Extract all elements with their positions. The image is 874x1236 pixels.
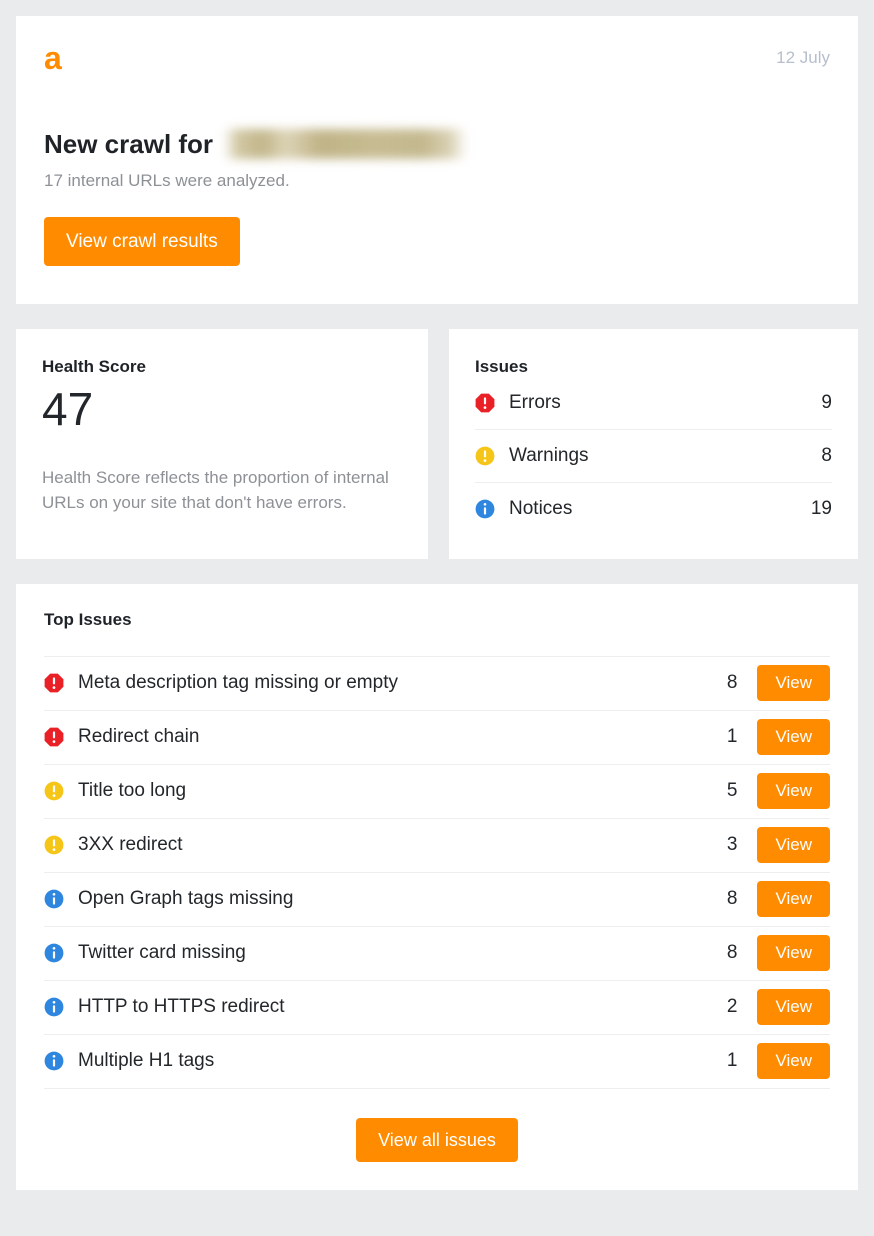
table-row[interactable]: Open Graph tags missing8 View: [44, 872, 830, 926]
issues-summary-label: Warnings: [509, 445, 821, 467]
page-title-text: New crawl for: [44, 128, 213, 161]
health-score-value: 47: [42, 385, 402, 433]
report-date: 12 July: [776, 48, 830, 68]
email-report-page: ahrefs 12 July New crawl for 17 internal…: [0, 0, 874, 1236]
new-crawl-card: New crawl for 17 internal URLs were anal…: [16, 100, 858, 304]
notice-icon: [44, 1051, 64, 1071]
view-crawl-results-button[interactable]: View crawl results: [44, 217, 240, 266]
logo-letter-a: a: [44, 42, 61, 74]
issues-summary-count: 9: [821, 392, 832, 414]
table-row[interactable]: Meta description tag missing or empty8 Vi…: [44, 656, 830, 710]
issues-summary-label: Errors: [509, 392, 821, 414]
health-score-title: Health Score: [42, 357, 402, 377]
issue-label: Multiple H1 tags: [78, 1050, 691, 1072]
health-score-description: Health Score reflects the proportion of …: [42, 465, 402, 516]
error-icon: [475, 393, 495, 413]
table-row[interactable]: Title too long5 View: [44, 764, 830, 818]
table-row[interactable]: Redirect chain1 View: [44, 710, 830, 764]
issues-summary-list: Errors9Warnings8Notices19: [475, 377, 832, 535]
issue-count: 8: [691, 888, 737, 910]
issues-summary-label: Notices: [509, 498, 811, 520]
issue-count: 2: [691, 996, 737, 1018]
view-issue-button[interactable]: View: [757, 881, 830, 917]
issues-summary-card: Issues Errors9Warnings8Notices19: [449, 329, 858, 559]
issue-count: 5: [691, 780, 737, 802]
issues-summary-count: 8: [821, 445, 832, 467]
notice-icon: [44, 997, 64, 1017]
issue-count: 1: [691, 1050, 737, 1072]
issues-summary-row[interactable]: Warnings8: [475, 430, 832, 483]
issue-count: 1: [691, 726, 737, 748]
error-icon: [44, 727, 64, 747]
top-issues-card: Top Issues Meta description tag missing …: [16, 584, 858, 1190]
issue-count: 8: [691, 942, 737, 964]
top-issues-title: Top Issues: [16, 610, 858, 630]
issues-summary-count: 19: [811, 498, 832, 520]
summary-row: Health Score 47 Health Score reflects th…: [16, 329, 858, 559]
issue-label: Twitter card missing: [78, 942, 691, 964]
view-issue-button[interactable]: View: [757, 719, 830, 755]
issue-count: 8: [691, 672, 737, 694]
issue-label: Redirect chain: [78, 726, 691, 748]
page-title: New crawl for: [44, 128, 830, 161]
issue-label: HTTP to HTTPS redirect: [78, 996, 691, 1018]
issues-summary-row[interactable]: Errors9: [475, 377, 832, 430]
notice-icon: [44, 889, 64, 909]
view-all-issues-button[interactable]: View all issues: [356, 1118, 518, 1162]
issue-label: 3XX redirect: [78, 834, 691, 856]
redacted-domain: [223, 129, 467, 159]
warning-icon: [475, 446, 495, 466]
issue-count: 3: [691, 834, 737, 856]
issue-label: Open Graph tags missing: [78, 888, 691, 910]
issues-summary-title: Issues: [475, 357, 832, 377]
table-row[interactable]: 3XX redirect3 View: [44, 818, 830, 872]
issues-summary-row[interactable]: Notices19: [475, 483, 832, 535]
view-issue-button[interactable]: View: [757, 773, 830, 809]
crawl-subtitle: 17 internal URLs were analyzed.: [44, 171, 830, 191]
notice-icon: [475, 499, 495, 519]
notice-icon: [44, 943, 64, 963]
email-header: ahrefs 12 July: [16, 16, 858, 100]
table-row[interactable]: Multiple H1 tags1 View: [44, 1034, 830, 1088]
view-issue-button[interactable]: View: [757, 989, 830, 1025]
warning-icon: [44, 835, 64, 855]
table-row[interactable]: HTTP to HTTPS redirect2 View: [44, 980, 830, 1034]
top-issues-list: Meta description tag missing or empty8Vi…: [16, 656, 858, 1088]
health-score-card: Health Score 47 Health Score reflects th…: [16, 329, 428, 559]
error-icon: [44, 673, 64, 693]
issue-label: Meta description tag missing or empty: [78, 672, 691, 694]
issue-label: Title too long: [78, 780, 691, 802]
table-row[interactable]: Twitter card missing8 View: [44, 926, 830, 980]
top-issues-footer: View all issues: [44, 1088, 830, 1162]
view-issue-button[interactable]: View: [757, 1043, 830, 1079]
logo-text-hrefs: hrefs: [61, 42, 137, 74]
warning-icon: [44, 781, 64, 801]
view-issue-button[interactable]: View: [757, 935, 830, 971]
view-issue-button[interactable]: View: [757, 827, 830, 863]
ahrefs-logo: ahrefs: [44, 42, 137, 74]
view-issue-button[interactable]: View: [757, 665, 830, 701]
